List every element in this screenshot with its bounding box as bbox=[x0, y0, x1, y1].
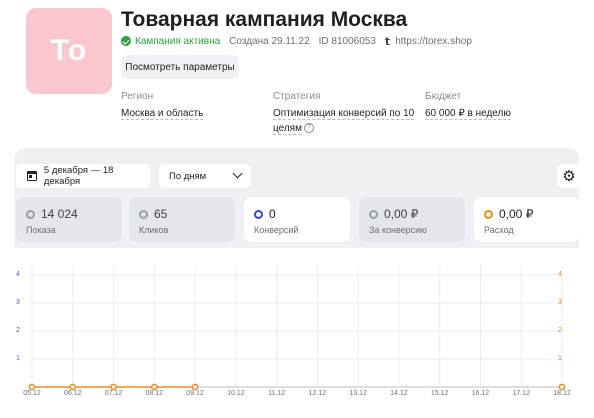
x-tick-label: 18.12 bbox=[553, 390, 571, 397]
data-point bbox=[69, 383, 77, 391]
x-tick-label: 14.12 bbox=[390, 390, 408, 397]
data-point bbox=[191, 383, 199, 391]
y-tick-left: 3 bbox=[16, 299, 20, 306]
x-tick-label: 12.12 bbox=[308, 390, 327, 397]
x-tick-label: 05.12 bbox=[23, 390, 41, 397]
y-tick-right: 2 bbox=[558, 327, 562, 334]
data-point bbox=[28, 383, 36, 391]
y-tick-left: 1 bbox=[16, 355, 20, 362]
x-tick-label: 08.12 bbox=[145, 390, 164, 397]
y-tick-right: 1 bbox=[558, 355, 562, 362]
y-tick-left: 4 bbox=[16, 271, 20, 278]
x-tick-label: 06.12 bbox=[64, 390, 82, 397]
x-tick-label: 09.12 bbox=[186, 390, 204, 397]
x-tick-label: 13.12 bbox=[349, 390, 367, 397]
data-point bbox=[150, 383, 158, 391]
y-tick-right: 3 bbox=[558, 299, 562, 306]
chart bbox=[28, 265, 566, 391]
y-tick-right: 4 bbox=[558, 271, 562, 278]
x-tick-label: 15.12 bbox=[430, 390, 449, 397]
y-tick-left: 2 bbox=[16, 327, 20, 334]
x-tick-label: 07.12 bbox=[104, 390, 123, 397]
x-tick-label: 17.12 bbox=[512, 390, 530, 397]
x-tick-label: 11.12 bbox=[268, 390, 286, 397]
data-point bbox=[558, 383, 566, 391]
x-tick-label: 16.12 bbox=[471, 390, 490, 397]
x-tick-label: 10.12 bbox=[227, 390, 245, 397]
data-point bbox=[110, 383, 117, 391]
